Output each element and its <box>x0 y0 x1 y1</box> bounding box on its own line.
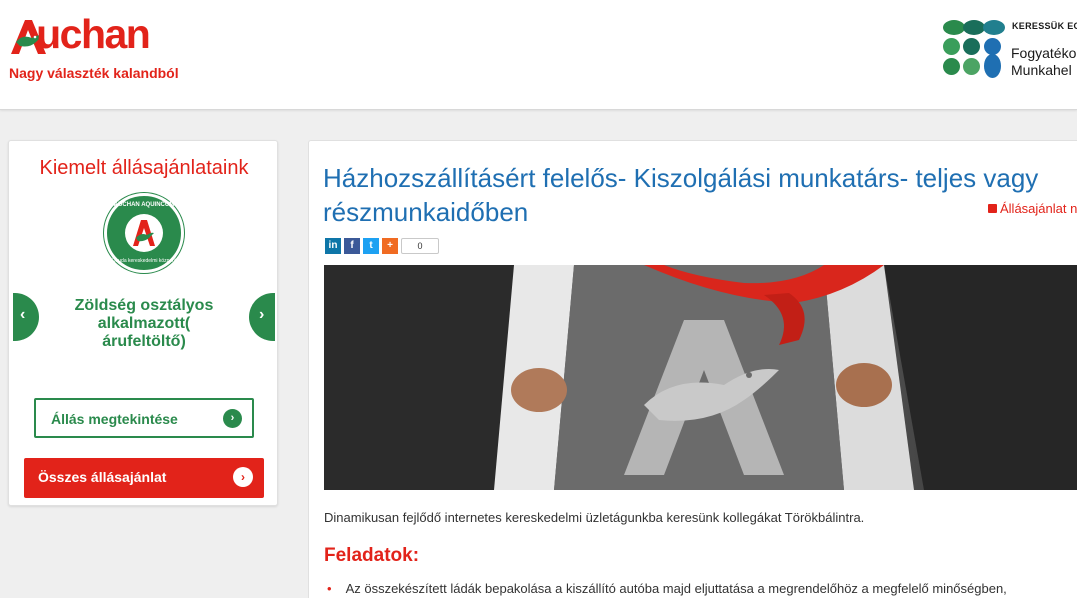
store-badge: AUCHAN AQUINCUM Óbuda kereskedelmi közpo… <box>104 193 184 273</box>
badge-bottom-text: Óbuda kereskedelmi központ <box>111 258 177 264</box>
printer-icon <box>988 204 997 213</box>
tagline: Nagy választék kalandból <box>9 65 179 81</box>
arrow-right-circle-icon: › <box>233 467 253 487</box>
arrow-right-circle-icon: › <box>223 409 242 428</box>
site-header: Auchan Nagy választék kalandból KERESSÜK… <box>0 0 1077 110</box>
carousel-prev-button[interactable]: ‹ <box>13 293 39 341</box>
chevron-left-icon: ‹ <box>20 306 26 323</box>
chevron-right-icon: › <box>259 306 265 323</box>
share-count: 0 <box>401 238 439 254</box>
partner-name: Fogyatéko Munkahel <box>1011 45 1077 78</box>
superhero-shirt-illustration <box>324 265 1077 490</box>
hero-image <box>324 265 1077 490</box>
carousel-next-button[interactable]: › <box>249 293 275 341</box>
job-intro-text: Dinamikusan fejlődő internetes kereskede… <box>324 510 865 525</box>
view-job-button[interactable]: Állás megtekintése › <box>34 398 254 438</box>
linkedin-icon[interactable]: in <box>325 238 341 254</box>
share-plus-icon[interactable]: + <box>382 238 398 254</box>
tasks-heading: Feladatok: <box>324 545 420 566</box>
job-title-heading: Házhozszállításért felelős- Kiszolgálási… <box>323 163 1039 227</box>
partner-logo-dots-icon <box>943 18 1005 80</box>
partner-caption: KERESSÜK EG <box>1012 21 1077 31</box>
featured-jobs-panel: Kiemelt állásajánlataink AUCHAN AQUINCUM… <box>8 140 278 506</box>
auchan-logo[interactable]: Auchan <box>8 12 188 62</box>
all-jobs-label: Összes állásajánlat <box>38 469 167 485</box>
job-detail-panel: Házhozszállításért felelős- Kiszolgálási… <box>308 140 1077 598</box>
twitter-icon[interactable]: t <box>363 238 379 254</box>
badge-bird-icon <box>125 214 163 252</box>
view-job-label: Állás megtekintése <box>51 411 178 427</box>
logo-wordmark: Auchan <box>36 11 151 57</box>
badge-top-text: AUCHAN AQUINCUM <box>113 202 175 208</box>
facebook-icon[interactable]: f <box>344 238 360 254</box>
all-jobs-button[interactable]: Összes állásajánlat › <box>24 458 264 498</box>
featured-job-title[interactable]: Zöldség osztályos alkalmazott( árufeltöl… <box>59 297 229 351</box>
task-list-item: • Az összekészített ládák bepakolása a ki… <box>327 581 1007 596</box>
featured-jobs-title: Kiemelt állásajánlataink <box>39 157 249 179</box>
print-job-link[interactable]: Állásajánlat n <box>988 201 1077 216</box>
bullet-icon: • <box>327 581 332 596</box>
